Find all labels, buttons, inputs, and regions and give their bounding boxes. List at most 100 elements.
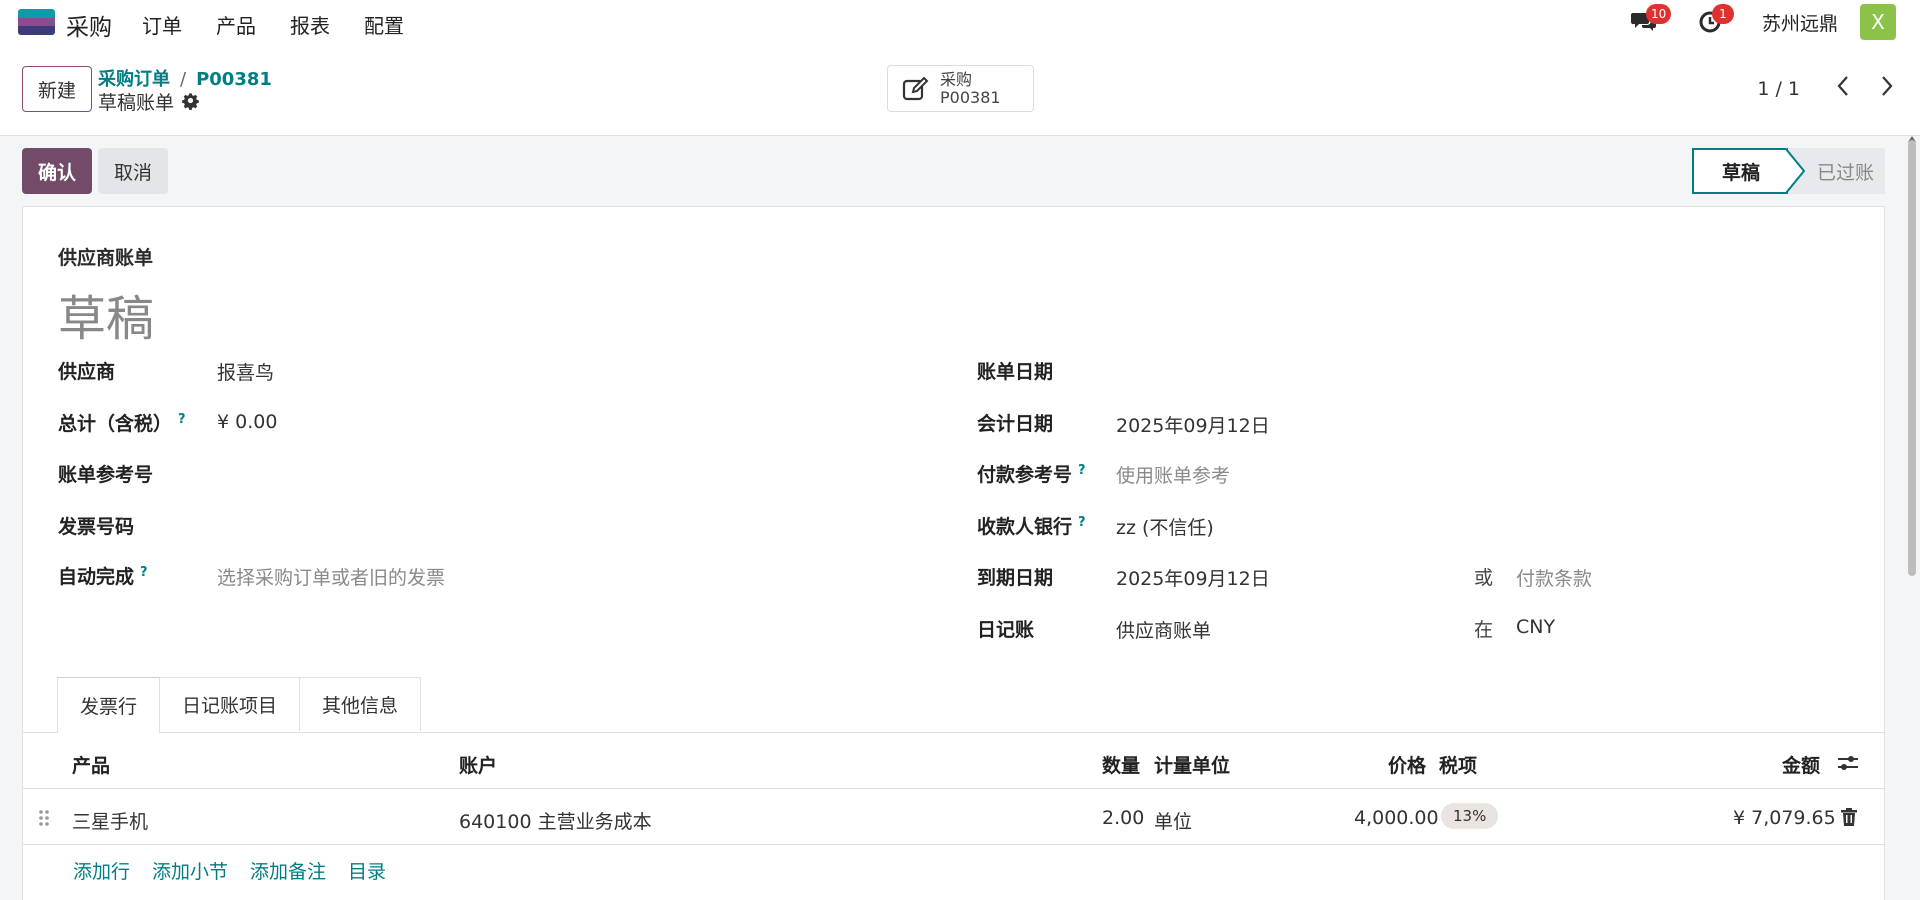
- column-taxes[interactable]: 税项: [1439, 751, 1477, 778]
- bill-reference-label: 账单参考号: [58, 464, 154, 486]
- chevron-right-icon[interactable]: [1878, 74, 1896, 98]
- column-amount[interactable]: 金额: [1782, 751, 1820, 778]
- cell-amount: ¥ 7,079.65: [1733, 807, 1836, 829]
- column-quantity[interactable]: 数量: [1102, 751, 1140, 778]
- payment-reference-input[interactable]: 使用账单参考: [1116, 461, 1230, 488]
- app-name[interactable]: 采购: [66, 8, 112, 42]
- breadcrumb-separator: /: [180, 69, 187, 90]
- bill-date-input[interactable]: [1116, 357, 1816, 383]
- help-icon[interactable]: ?: [1078, 463, 1086, 478]
- record-title-text: 草稿账单: [98, 92, 175, 114]
- scrollbar[interactable]: [1908, 140, 1916, 576]
- document-name: 草稿: [58, 291, 155, 347]
- cancel-button[interactable]: 取消: [98, 148, 168, 194]
- add-note-link[interactable]: 添加备注: [250, 857, 326, 884]
- menu-config[interactable]: 配置: [364, 10, 404, 39]
- status-bar: 已过账 草稿: [1692, 148, 1885, 194]
- payment-reference-label-text: 付款参考号: [977, 464, 1073, 486]
- vendor-label: 供应商: [58, 361, 116, 383]
- tab-invoice-lines[interactable]: 发票行: [57, 677, 161, 733]
- accounting-date-input[interactable]: 2025年09月12日: [1116, 411, 1270, 438]
- autocomplete-input[interactable]: 选择采购订单或者旧的发票: [217, 563, 445, 590]
- messages-button[interactable]: 10: [1630, 4, 1672, 36]
- breadcrumb-order[interactable]: P00381: [196, 69, 272, 90]
- column-uom[interactable]: 计量单位: [1154, 751, 1230, 778]
- bank-label: 收款人银行?: [977, 512, 1086, 539]
- cell-uom[interactable]: 单位: [1154, 807, 1192, 834]
- status-draft[interactable]: 草稿: [1692, 148, 1788, 194]
- invoice-number-input[interactable]: [217, 512, 917, 538]
- cell-account[interactable]: 640100 主营业务成本: [459, 807, 652, 834]
- bill-date-label: 账单日期: [977, 361, 1054, 383]
- lines-table-header: 产品 账户 数量 计量单位 价格 税项 金额: [23, 733, 1884, 789]
- menu-reports[interactable]: 报表: [290, 10, 330, 39]
- autocomplete-label-text: 自动完成: [58, 566, 135, 588]
- bank-field[interactable]: zz (不信任): [1116, 513, 1214, 540]
- document-type: 供应商账单: [58, 247, 154, 269]
- menu-products[interactable]: 产品: [216, 10, 256, 39]
- tab-journal-items[interactable]: 日记账项目: [159, 677, 301, 731]
- apps-menu-icon[interactable]: [18, 9, 55, 35]
- catalog-link[interactable]: 目录: [348, 857, 386, 884]
- help-icon[interactable]: ?: [1078, 515, 1086, 530]
- or-label: 或: [1474, 567, 1494, 589]
- edit-icon: [902, 76, 929, 100]
- top-navbar: 采购 订单 产品 报表 配置 10 1 苏州远鼎 X: [0, 0, 1920, 44]
- chevron-left-icon[interactable]: [1834, 74, 1852, 98]
- bank-label-text: 收款人银行: [977, 516, 1073, 538]
- gear-icon[interactable]: [182, 93, 199, 110]
- currency-field[interactable]: CNY: [1516, 616, 1555, 638]
- payment-reference-label: 付款参考号?: [977, 460, 1086, 487]
- table-row[interactable]: 三星手机 640100 主营业务成本 2.00 单位 4,000.00 13% …: [23, 789, 1884, 845]
- in-label: 在: [1474, 619, 1494, 641]
- pager-arrows: [1834, 74, 1896, 98]
- optional-columns-icon[interactable]: [1837, 753, 1859, 773]
- tax-badge[interactable]: 13%: [1441, 803, 1499, 829]
- add-section-link[interactable]: 添加小节: [152, 857, 228, 884]
- new-button[interactable]: 新建: [22, 66, 92, 112]
- smart-button-label: 采购: [940, 69, 973, 89]
- autocomplete-label: 自动完成?: [58, 562, 148, 589]
- trash-icon[interactable]: [1841, 808, 1857, 826]
- cell-quantity[interactable]: 2.00: [1102, 807, 1144, 829]
- status-arrow-icon: [1786, 148, 1806, 194]
- messages-badge: 10: [1645, 4, 1672, 24]
- activities-badge: 1: [1711, 4, 1734, 24]
- smart-button-value: P00381: [940, 87, 1001, 107]
- invoice-number-label: 发票号码: [58, 516, 135, 538]
- drag-handle-icon[interactable]: [39, 809, 49, 827]
- total-label-text: 总计（含税）: [58, 413, 173, 435]
- purchase-smart-button[interactable]: 采购 P00381: [887, 65, 1034, 112]
- column-account[interactable]: 账户: [459, 751, 497, 778]
- total-value: ¥ 0.00: [217, 411, 278, 433]
- total-label: 总计（含税）?: [58, 409, 186, 436]
- add-line-link[interactable]: 添加行: [73, 857, 130, 884]
- company-switcher[interactable]: 苏州远鼎: [1762, 9, 1838, 36]
- tab-other-info[interactable]: 其他信息: [299, 677, 422, 731]
- journal-field[interactable]: 供应商账单: [1116, 616, 1211, 643]
- user-avatar[interactable]: X: [1860, 4, 1896, 40]
- cell-product[interactable]: 三星手机: [72, 807, 148, 834]
- notebook-tabs: 发票行 日记账项目 其他信息: [57, 677, 422, 733]
- help-icon[interactable]: ?: [178, 412, 186, 427]
- payment-terms-input[interactable]: 付款条款: [1516, 564, 1592, 591]
- pager-value[interactable]: 1 / 1: [1757, 78, 1800, 100]
- confirm-button[interactable]: 确认: [22, 148, 92, 194]
- control-panel: 新建 采购订单 / P00381 草稿账单 采购 P00381 1 / 1: [0, 44, 1920, 136]
- vendor-field[interactable]: 报喜鸟: [217, 358, 274, 385]
- accounting-date-label: 会计日期: [977, 413, 1054, 435]
- add-links: 添加行 添加小节 添加备注 目录: [73, 857, 408, 884]
- breadcrumb-parent[interactable]: 采购订单: [98, 69, 170, 90]
- form-sheet: 供应商账单 草稿 供应商 报喜鸟 总计（含税）? ¥ 0.00 账单参考号 发票…: [22, 206, 1885, 900]
- due-date-input[interactable]: 2025年09月12日: [1116, 564, 1270, 591]
- due-date-label: 到期日期: [977, 567, 1054, 589]
- column-price[interactable]: 价格: [1388, 751, 1426, 778]
- column-product[interactable]: 产品: [72, 751, 110, 778]
- menu-orders[interactable]: 订单: [142, 10, 182, 39]
- bill-reference-input[interactable]: [217, 460, 917, 486]
- cell-price[interactable]: 4,000.00: [1354, 807, 1439, 829]
- help-icon[interactable]: ?: [140, 565, 148, 580]
- navbar-right: 10 1 苏州远鼎 X: [1630, 4, 1896, 40]
- record-title: 草稿账单: [98, 88, 199, 115]
- activities-button[interactable]: 1: [1696, 4, 1734, 36]
